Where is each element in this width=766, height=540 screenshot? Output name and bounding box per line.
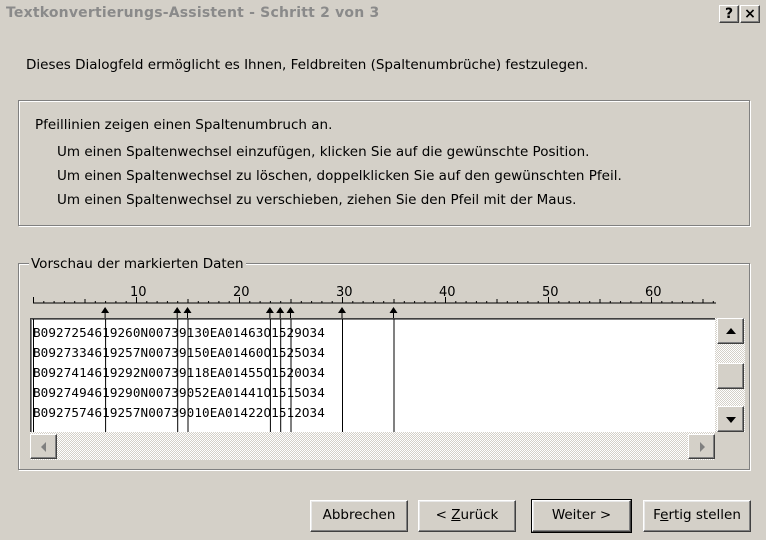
ruler-label: 10 <box>130 285 147 300</box>
next-button[interactable]: Weiter > <box>531 499 632 533</box>
data-preview[interactable]: B0927254619260N00739130EA01463O1529O34 B… <box>30 318 717 434</box>
horizontal-scrollbar[interactable] <box>30 432 715 460</box>
instructions-heading: Pfeillinien zeigen einen Spaltenumbruch … <box>35 117 333 133</box>
scroll-thumb[interactable] <box>717 363 744 389</box>
ruler-label: 20 <box>233 285 250 300</box>
instructions-panel: Pfeillinien zeigen einen Spaltenumbruch … <box>18 100 750 226</box>
finish-rest: rtig stellen <box>668 507 741 523</box>
window-title: Textkonvertierungs-Assistent - Schritt 2… <box>6 5 380 21</box>
intro-text: Dieses Dialogfeld ermöglicht es Ihnen, F… <box>26 57 589 73</box>
instruction-delete: Um einen Spaltenwechsel zu löschen, dopp… <box>57 168 622 184</box>
scroll-down-button[interactable] <box>717 406 744 432</box>
vertical-scrollbar[interactable] <box>715 318 745 432</box>
back-prefix: < <box>435 507 452 523</box>
title-bar: Textkonvertierungs-Assistent - Schritt 2… <box>0 0 766 31</box>
text-import-wizard-dialog: Textkonvertierungs-Assistent - Schritt 2… <box>0 0 766 540</box>
close-button[interactable]: × <box>740 5 760 23</box>
ruler-label: 50 <box>542 285 559 300</box>
scroll-left-button[interactable] <box>30 434 57 459</box>
back-button[interactable]: < Zurück <box>418 500 516 532</box>
help-button[interactable]: ? <box>719 5 739 23</box>
scroll-corner <box>715 432 745 460</box>
finish-button[interactable]: Fertig stellen <box>643 500 751 532</box>
back-rest: urück <box>460 507 499 523</box>
preview-label: Vorschau der markierten Daten <box>29 256 246 272</box>
scroll-up-button[interactable] <box>717 318 744 344</box>
ruler-label: 60 <box>645 285 662 300</box>
column-break-lines <box>33 319 395 433</box>
arrow-up-icon <box>725 328 736 334</box>
instruction-insert: Um einen Spaltenwechsel einzufügen, klic… <box>57 144 590 160</box>
instruction-move: Um einen Spaltenwechsel zu verschieben, … <box>57 192 577 208</box>
arrow-right-icon <box>700 442 705 452</box>
ruler-label: 30 <box>336 285 353 300</box>
scroll-right-button[interactable] <box>688 434 715 459</box>
arrow-left-icon <box>41 442 46 452</box>
ruler-label: 40 <box>439 285 456 300</box>
arrow-down-icon <box>725 417 736 423</box>
column-ruler[interactable]: 10 20 30 40 50 60 <box>30 281 716 319</box>
cancel-button[interactable]: Abbrechen <box>310 500 408 532</box>
